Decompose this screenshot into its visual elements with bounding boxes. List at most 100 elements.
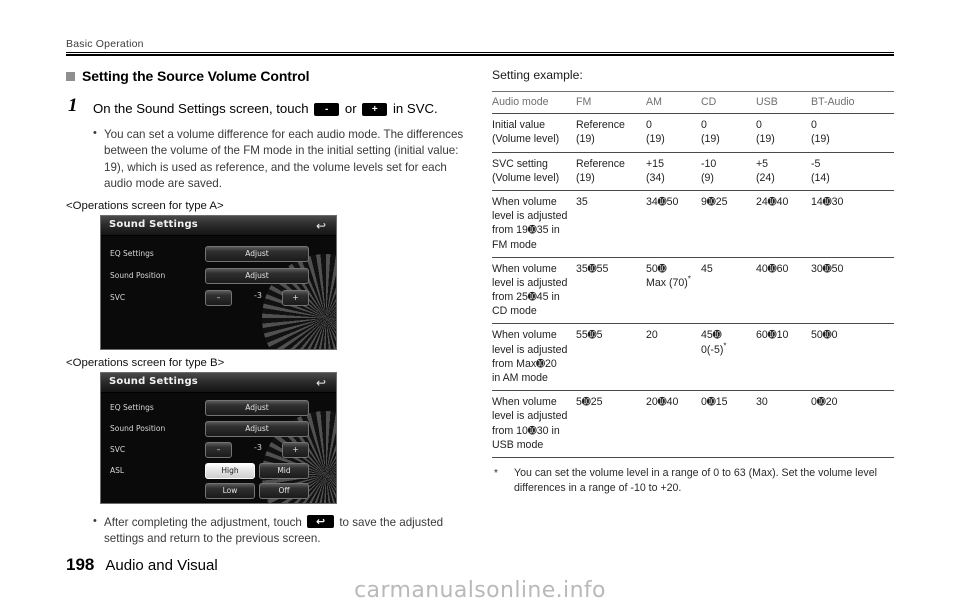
cell-bt: 14➓30	[811, 195, 844, 208]
screen-a-eq-adjust-button[interactable]: Adjust	[205, 245, 309, 262]
cell-mode: When volume level is adjusted from Max➓2…	[492, 329, 568, 384]
screen-a-row-position: Sound Position Adjust	[101, 267, 336, 286]
cell-usb: 30	[756, 396, 768, 409]
cell-am: 20➓40	[646, 396, 679, 409]
cell-bt: 30➓50	[811, 262, 844, 275]
cell-cd: 45➓ 0(-5)*	[701, 324, 756, 391]
cell-mode: SVC setting (Volume level)	[492, 157, 560, 184]
screen-b-title: Sound Settings	[109, 375, 198, 387]
cell-fm: Reference (19)	[576, 119, 625, 146]
screen-b-row-eq: EQ Settings Adjust	[101, 399, 336, 418]
step-text: On the Sound Settings screen, touch - or…	[93, 100, 466, 118]
caption-type-a: <Operations screen for type A>	[66, 199, 224, 212]
screen-b-label-position: Sound Position	[110, 423, 166, 433]
cell-usb: 24➓40	[756, 195, 789, 208]
left-column: Setting the Source Volume Control 1 On t…	[66, 62, 466, 548]
cell-cd: 0 (19)	[701, 119, 720, 146]
footnote-marker: *	[687, 274, 691, 284]
screenshot-type-b: Sound Settings ↩ EQ Settings Adjust Soun…	[100, 371, 337, 504]
back-arrow-icon[interactable]: ↩	[313, 376, 329, 390]
screen-a-svc-minus-button[interactable]: –	[205, 289, 232, 306]
table-footnote: * You can set the volume level in a rang…	[492, 466, 894, 495]
screen-b-label-eq: EQ Settings	[110, 402, 154, 412]
screen-b-label-svc: SVC	[110, 444, 126, 454]
screen-b-row-svc: SVC – -3 +	[101, 441, 336, 460]
step-text-before: On the Sound Settings screen, touch	[93, 101, 309, 116]
cell-cd: 0➓15	[701, 396, 728, 409]
back-arrow-icon[interactable]: ↩	[313, 219, 329, 233]
screen-a-title: Sound Settings	[109, 218, 198, 230]
cell-fm: 35➓55	[576, 262, 609, 275]
cell-am: 0 (19)	[646, 119, 665, 146]
screen-a-svc-value: -3	[254, 290, 262, 300]
back-arrow-key-icon: ↩	[307, 514, 335, 528]
cell-fm: 5➓25	[576, 396, 603, 409]
cell-mode: When volume level is adjusted from 25➓45…	[492, 262, 568, 318]
cell-mode: Initial value (Volume level)	[492, 119, 560, 146]
screen-b-asl-mid-button[interactable]: Mid	[259, 462, 309, 479]
screen-b-label-asl: ASL	[110, 465, 125, 475]
screen-b-position-adjust-button[interactable]: Adjust	[205, 420, 309, 437]
column-header-usb: USB	[756, 96, 778, 108]
screen-b-asl-low-button[interactable]: Low	[205, 482, 255, 499]
section-title: Setting the Source Volume Control	[82, 68, 310, 84]
cell-mode: When volume level is adjusted from 10➓30…	[492, 396, 568, 451]
table-header-row: Audio mode FM AM CD USB BT-Audio	[492, 91, 894, 114]
screen-b-svc-plus-button[interactable]: +	[282, 441, 309, 458]
watermark: carmanualsonline.info	[354, 578, 606, 603]
cell-am: 50➓ Max (70)*	[646, 257, 701, 324]
cell-fm: 35	[576, 195, 588, 208]
caption-type-b: <Operations screen for type B>	[66, 356, 225, 369]
column-header-bt-audio: BT-Audio	[811, 96, 855, 108]
running-header: Basic Operation	[66, 38, 144, 50]
final-bullet: After completing the adjustment, touch ↩…	[66, 514, 466, 548]
cell-bt: -5 (14)	[811, 157, 830, 184]
table-row: When volume level is adjusted from 25➓45…	[492, 257, 894, 324]
step-number: 1	[68, 95, 78, 116]
page-footer: 198 Audio and Visual	[66, 555, 218, 575]
cell-cd: -10 (9)	[701, 157, 717, 184]
header-rule	[66, 52, 894, 56]
cell-bt: 0 (19)	[811, 119, 830, 146]
screen-a-position-adjust-button[interactable]: Adjust	[205, 267, 309, 284]
plus-key-icon: +	[362, 103, 388, 116]
page-section-title: Audio and Visual	[105, 557, 218, 574]
cell-bt: 0➓20	[811, 396, 838, 409]
cell-mode: When volume level is adjusted from 19➓35…	[492, 195, 568, 251]
table-row: When volume level is adjusted from 10➓30…	[492, 391, 894, 458]
cell-cd: 45	[701, 262, 713, 275]
right-column: Setting example: Audio mode FM AM CD USB…	[492, 62, 894, 495]
cell-am: 20	[646, 329, 658, 342]
cell-bt: 50➓0	[811, 329, 838, 342]
table-row: SVC setting (Volume level) Reference (19…	[492, 152, 894, 191]
setting-example-table: Audio mode FM AM CD USB BT-Audio Initial…	[492, 91, 894, 458]
screen-a-svc-plus-button[interactable]: +	[282, 289, 309, 306]
cell-usb: 60➓10	[756, 329, 789, 342]
screen-b-svc-value: -3	[254, 442, 262, 452]
step-text-after: in SVC.	[392, 101, 438, 116]
column-header-fm: FM	[576, 96, 592, 108]
column-header-am: AM	[646, 96, 662, 108]
column-header-cd: CD	[701, 96, 717, 108]
table-row: When volume level is adjusted from 19➓35…	[492, 190, 894, 258]
final-bullet-text-before: After completing the adjustment, touch	[104, 515, 302, 529]
screen-b-asl-high-button[interactable]: High	[205, 462, 255, 479]
cell-usb: +5 (24)	[756, 157, 775, 184]
screen-a-row-svc: SVC – -3 +	[101, 289, 336, 308]
cell-cd: 9➓25	[701, 195, 728, 208]
cell-cd-text: 45➓ 0(-5)	[701, 329, 724, 356]
cell-am-text: 50➓ Max (70)	[646, 262, 688, 289]
table-row: Initial value (Volume level) Reference (…	[492, 114, 894, 153]
footnote-star: *	[494, 467, 498, 479]
screen-b-row-position: Sound Position Adjust	[101, 420, 336, 439]
step-1: 1 On the Sound Settings screen, touch - …	[66, 95, 466, 118]
screen-a-titlebar: Sound Settings ↩	[101, 215, 336, 236]
screen-a-label-eq: EQ Settings	[110, 248, 154, 258]
screen-b-eq-adjust-button[interactable]: Adjust	[205, 399, 309, 416]
screen-a-row-eq: EQ Settings Adjust	[101, 245, 336, 264]
screen-b-asl-off-button[interactable]: Off	[259, 482, 309, 499]
square-bullet-icon	[66, 71, 75, 81]
screen-b-svc-minus-button[interactable]: –	[205, 441, 232, 458]
cell-fm: Reference (19)	[576, 157, 625, 184]
screen-b-row-asl: ASL High Mid	[101, 462, 336, 481]
